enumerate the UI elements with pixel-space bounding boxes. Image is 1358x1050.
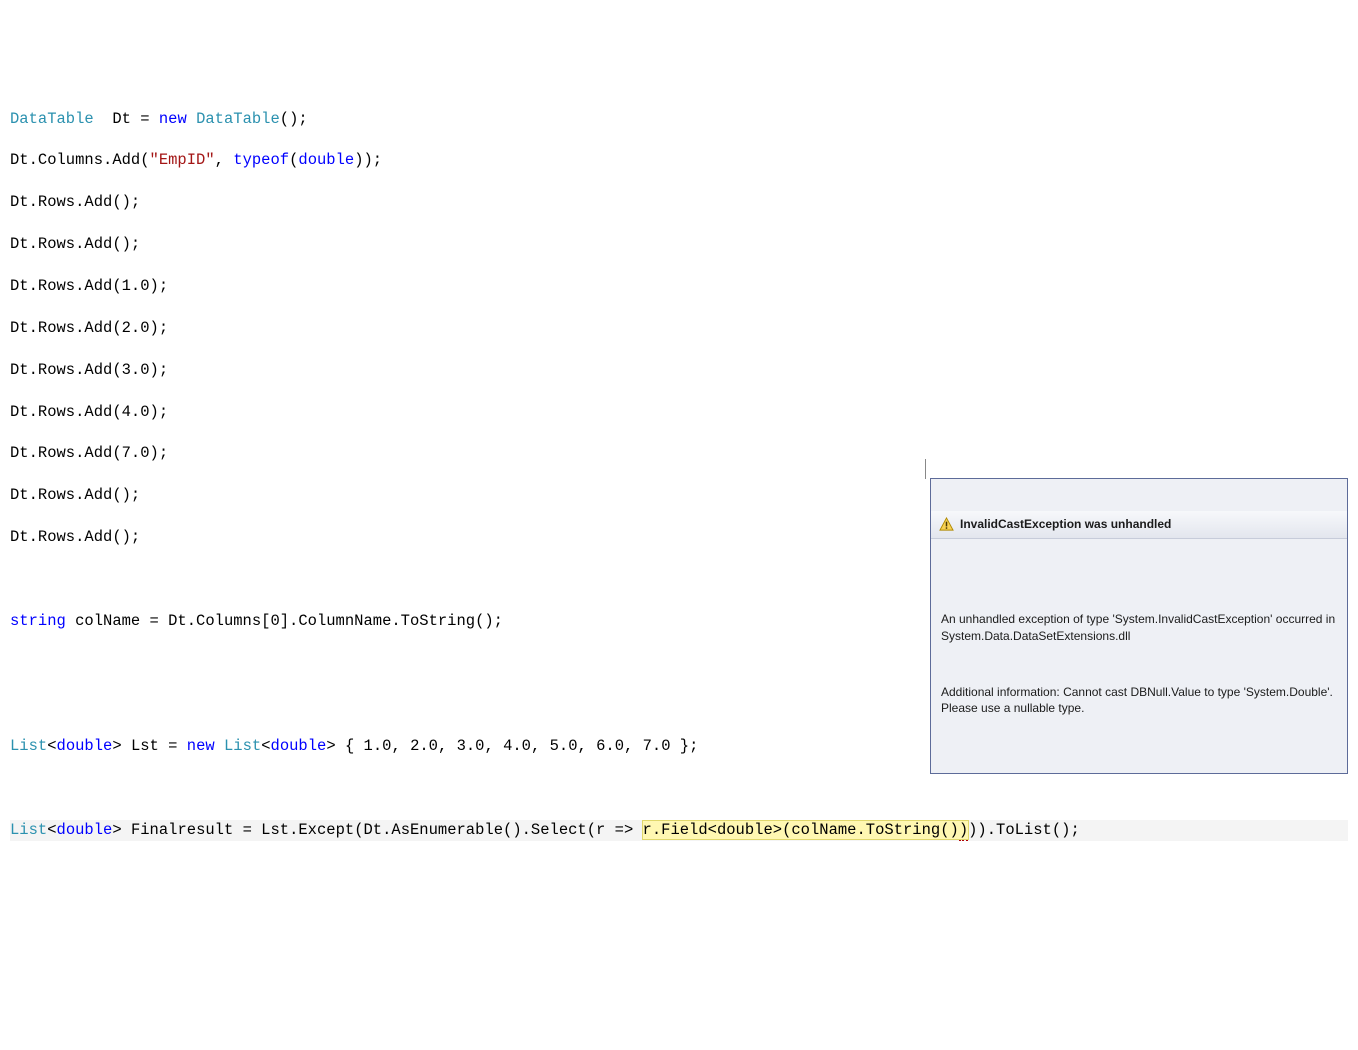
- code-line: Dt.Rows.Add(4.0);: [10, 402, 1348, 423]
- string-literal: "EmpID": [150, 151, 215, 169]
- warning-icon: [939, 517, 954, 532]
- exception-assistant-popup[interactable]: InvalidCastException was unhandled An un…: [930, 478, 1348, 774]
- current-execution-line: List<double> Finalresult = Lst.Except(Dt…: [10, 820, 1348, 841]
- exception-header: InvalidCastException was unhandled: [931, 511, 1347, 538]
- exception-message: An unhandled exception of type 'System.I…: [941, 611, 1337, 643]
- code-line: Dt.Rows.Add(3.0);: [10, 360, 1348, 381]
- exception-additional-info: Additional information: Cannot cast DBNu…: [941, 684, 1337, 716]
- exception-title: InvalidCastException was unhandled: [960, 516, 1171, 532]
- code-line: Dt.Rows.Add();: [10, 234, 1348, 255]
- code-line: DataTable Dt = new DataTable();: [10, 109, 1348, 130]
- code-line: Dt.Rows.Add(2.0);: [10, 318, 1348, 339]
- code-line: Dt.Rows.Add(7.0);: [10, 443, 1348, 464]
- blank-line: [10, 778, 1348, 799]
- exception-body: An unhandled exception of type 'System.I…: [931, 571, 1347, 757]
- code-line: Dt.Columns.Add("EmpID", typeof(double));: [10, 150, 1348, 171]
- tooltip-pointer-line: [925, 459, 926, 479]
- code-line: Dt.Rows.Add(1.0);: [10, 276, 1348, 297]
- error-squiggle: ): [959, 821, 968, 841]
- highlighted-expression: r.Field<double>(colName.ToString()): [643, 821, 969, 839]
- code-line: Dt.Rows.Add();: [10, 192, 1348, 213]
- type-keyword: DataTable: [10, 110, 94, 128]
